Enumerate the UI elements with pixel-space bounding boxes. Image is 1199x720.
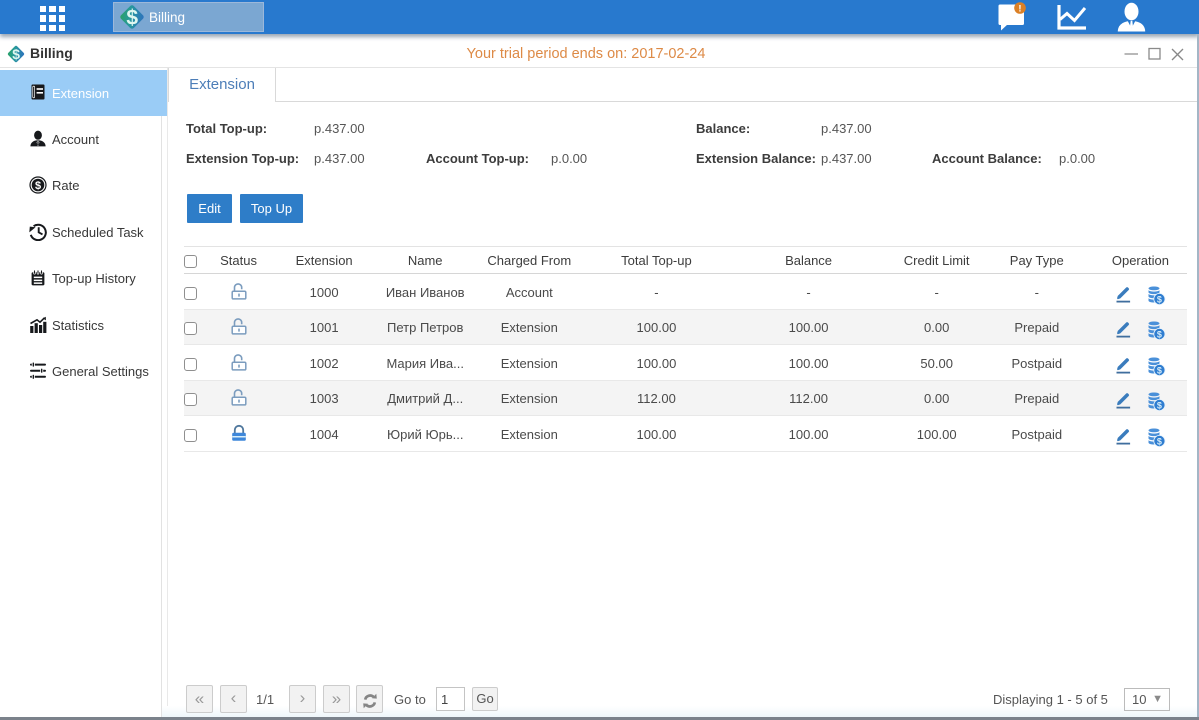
svg-text:$: $ — [126, 7, 138, 30]
svg-text:$: $ — [1157, 330, 1162, 340]
svg-text:$: $ — [1157, 294, 1162, 304]
svg-text:$: $ — [1157, 401, 1162, 411]
svg-text:$: $ — [1157, 365, 1162, 375]
svg-text:!: ! — [1018, 4, 1021, 15]
svg-text:$: $ — [35, 180, 41, 192]
svg-text:$: $ — [1157, 436, 1162, 446]
